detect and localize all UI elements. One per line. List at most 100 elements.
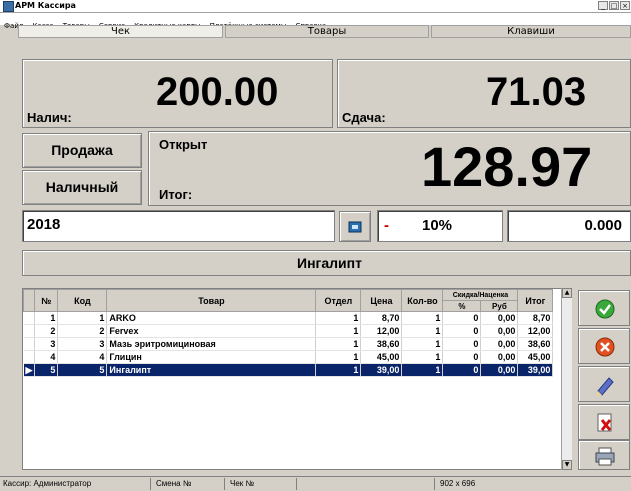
cash-label: Налич: [27,110,72,125]
keyboard-button[interactable] [339,211,371,242]
tab-keys[interactable]: Клавиши [431,25,631,38]
cell-num: 1 [34,311,59,325]
table-scrollbar[interactable]: ▲ ▼ [561,288,572,470]
cell-dept: 1 [315,363,362,377]
discount-amount: 0.000 [507,210,631,242]
col-dept[interactable]: Отдел [315,289,362,312]
status-check: Чек № [230,479,255,488]
col-total[interactable]: Итог [517,289,554,312]
status-cashier: Кассир: Администратор [3,479,92,488]
scroll-down-button[interactable]: ▼ [562,460,572,470]
row-pointer-icon: ▶ [23,363,36,377]
cell-disc-rub: 0,00 [480,311,519,325]
cell-disc-pct: 0 [442,350,482,364]
change-panel: Сдача: 71.03 [337,59,631,128]
current-item-panel: Ингалипт [22,250,631,276]
cell-item: Мазь эритромициновая [106,337,317,351]
cell-price: 12,00 [360,324,403,338]
cell-item: Ингалипт [106,363,317,377]
col-num[interactable]: № [34,289,59,312]
cell-item: Глицин [106,350,317,364]
change-label: Сдача: [342,110,386,125]
col-item[interactable]: Товар [106,289,317,312]
delete-button[interactable] [578,404,630,440]
payment-type-button[interactable]: Наличный [22,170,142,205]
col-code[interactable]: Код [57,289,108,312]
col-price[interactable]: Цена [360,289,403,312]
total-label: Итог: [159,187,193,202]
cell-num: 2 [34,324,59,338]
cell-item: ARKO [106,311,317,325]
sale-button[interactable]: Продажа [22,133,142,168]
cell-qty: 1 [401,337,444,351]
discount-field[interactable]: - 10% [377,210,503,242]
tab-check[interactable]: Чек [18,25,223,38]
cell-qty: 1 [401,311,444,325]
cell-total: 39,00 [517,363,554,377]
cancel-button[interactable] [578,328,630,364]
close-button[interactable]: × [620,1,630,10]
total-panel: Открыт Итог: 128.97 [148,131,631,206]
total-value: 128.97 [421,135,593,198]
print-button[interactable] [578,440,630,470]
cell-disc-rub: 0,00 [480,363,519,377]
table-row[interactable]: 1 1 ARKO 1 8,70 1 0 0,00 8,70 [23,311,554,325]
tab-goods[interactable]: Товары [225,25,429,38]
cell-num: 4 [34,350,59,364]
table-row[interactable]: 3 3 Мазь эритромициновая 1 38,60 1 0 0,0… [23,337,554,351]
minimize-button[interactable]: _ [598,1,608,10]
cell-code: 3 [57,337,108,351]
current-item-name: Ингалипт [297,255,362,271]
cell-price: 39,00 [360,363,403,377]
window-title: АРМ Кассира [15,1,76,10]
status-shift: Смена № [156,479,192,488]
status-bar: Кассир: Администратор Смена № Чек № 902 … [0,476,631,491]
confirm-button[interactable] [578,290,630,326]
cell-disc-pct: 0 [442,311,482,325]
cell-total: 45,00 [517,350,554,364]
barcode-input[interactable]: 2018 [22,210,335,242]
col-discount-group[interactable]: Скидка/Наценка [442,289,519,301]
scroll-up-button[interactable]: ▲ [562,288,572,298]
cell-total: 8,70 [517,311,554,325]
delete-icon [597,413,612,432]
col-qty[interactable]: Кол-во [401,289,444,312]
cell-disc-pct: 0 [442,324,482,338]
col-disc-pct[interactable]: % [442,300,482,312]
cell-item: Fervex [106,324,317,338]
status-resolution: 902 x 696 [440,479,476,488]
row-indicator-header [23,289,36,312]
maximize-button[interactable]: □ [609,1,619,10]
change-value: 71.03 [486,70,587,114]
title-bar: АРМ Кассира _ □ × [0,0,631,13]
cell-disc-rub: 0,00 [480,337,519,351]
cell-total: 38,60 [517,337,554,351]
cell-disc-pct: 0 [442,337,482,351]
print-icon [595,447,615,466]
edit-icon [597,377,614,396]
app-icon [3,1,14,12]
cell-dept: 1 [315,324,362,338]
cell-price: 38,60 [360,337,403,351]
edit-button[interactable] [578,366,630,402]
cell-code: 5 [57,363,108,377]
cash-value: 200.00 [156,70,279,114]
table-row-selected[interactable]: ▶ 5 5 Ингалипт 1 39,00 1 0 0,00 39,00 [23,363,554,377]
cell-qty: 1 [401,324,444,338]
cell-price: 8,70 [360,311,403,325]
table-row[interactable]: 4 4 Глицин 1 45,00 1 0 0,00 45,00 [23,350,554,364]
discount-percent: 10% [422,217,453,234]
cell-code: 1 [57,311,108,325]
cell-total: 12,00 [517,324,554,338]
keyboard-icon [348,221,362,233]
row-indicator [23,337,36,351]
cell-disc-rub: 0,00 [480,350,519,364]
items-table[interactable]: № Код Товар Отдел Цена Кол-во Скидка/Нац… [22,288,572,470]
cell-price: 45,00 [360,350,403,364]
cell-dept: 1 [315,350,362,364]
col-disc-rub[interactable]: Руб [480,300,519,312]
cell-code: 2 [57,324,108,338]
row-indicator [23,311,36,325]
table-row[interactable]: 2 2 Fervex 1 12,00 1 0 0,00 12,00 [23,324,554,338]
row-indicator [23,324,36,338]
